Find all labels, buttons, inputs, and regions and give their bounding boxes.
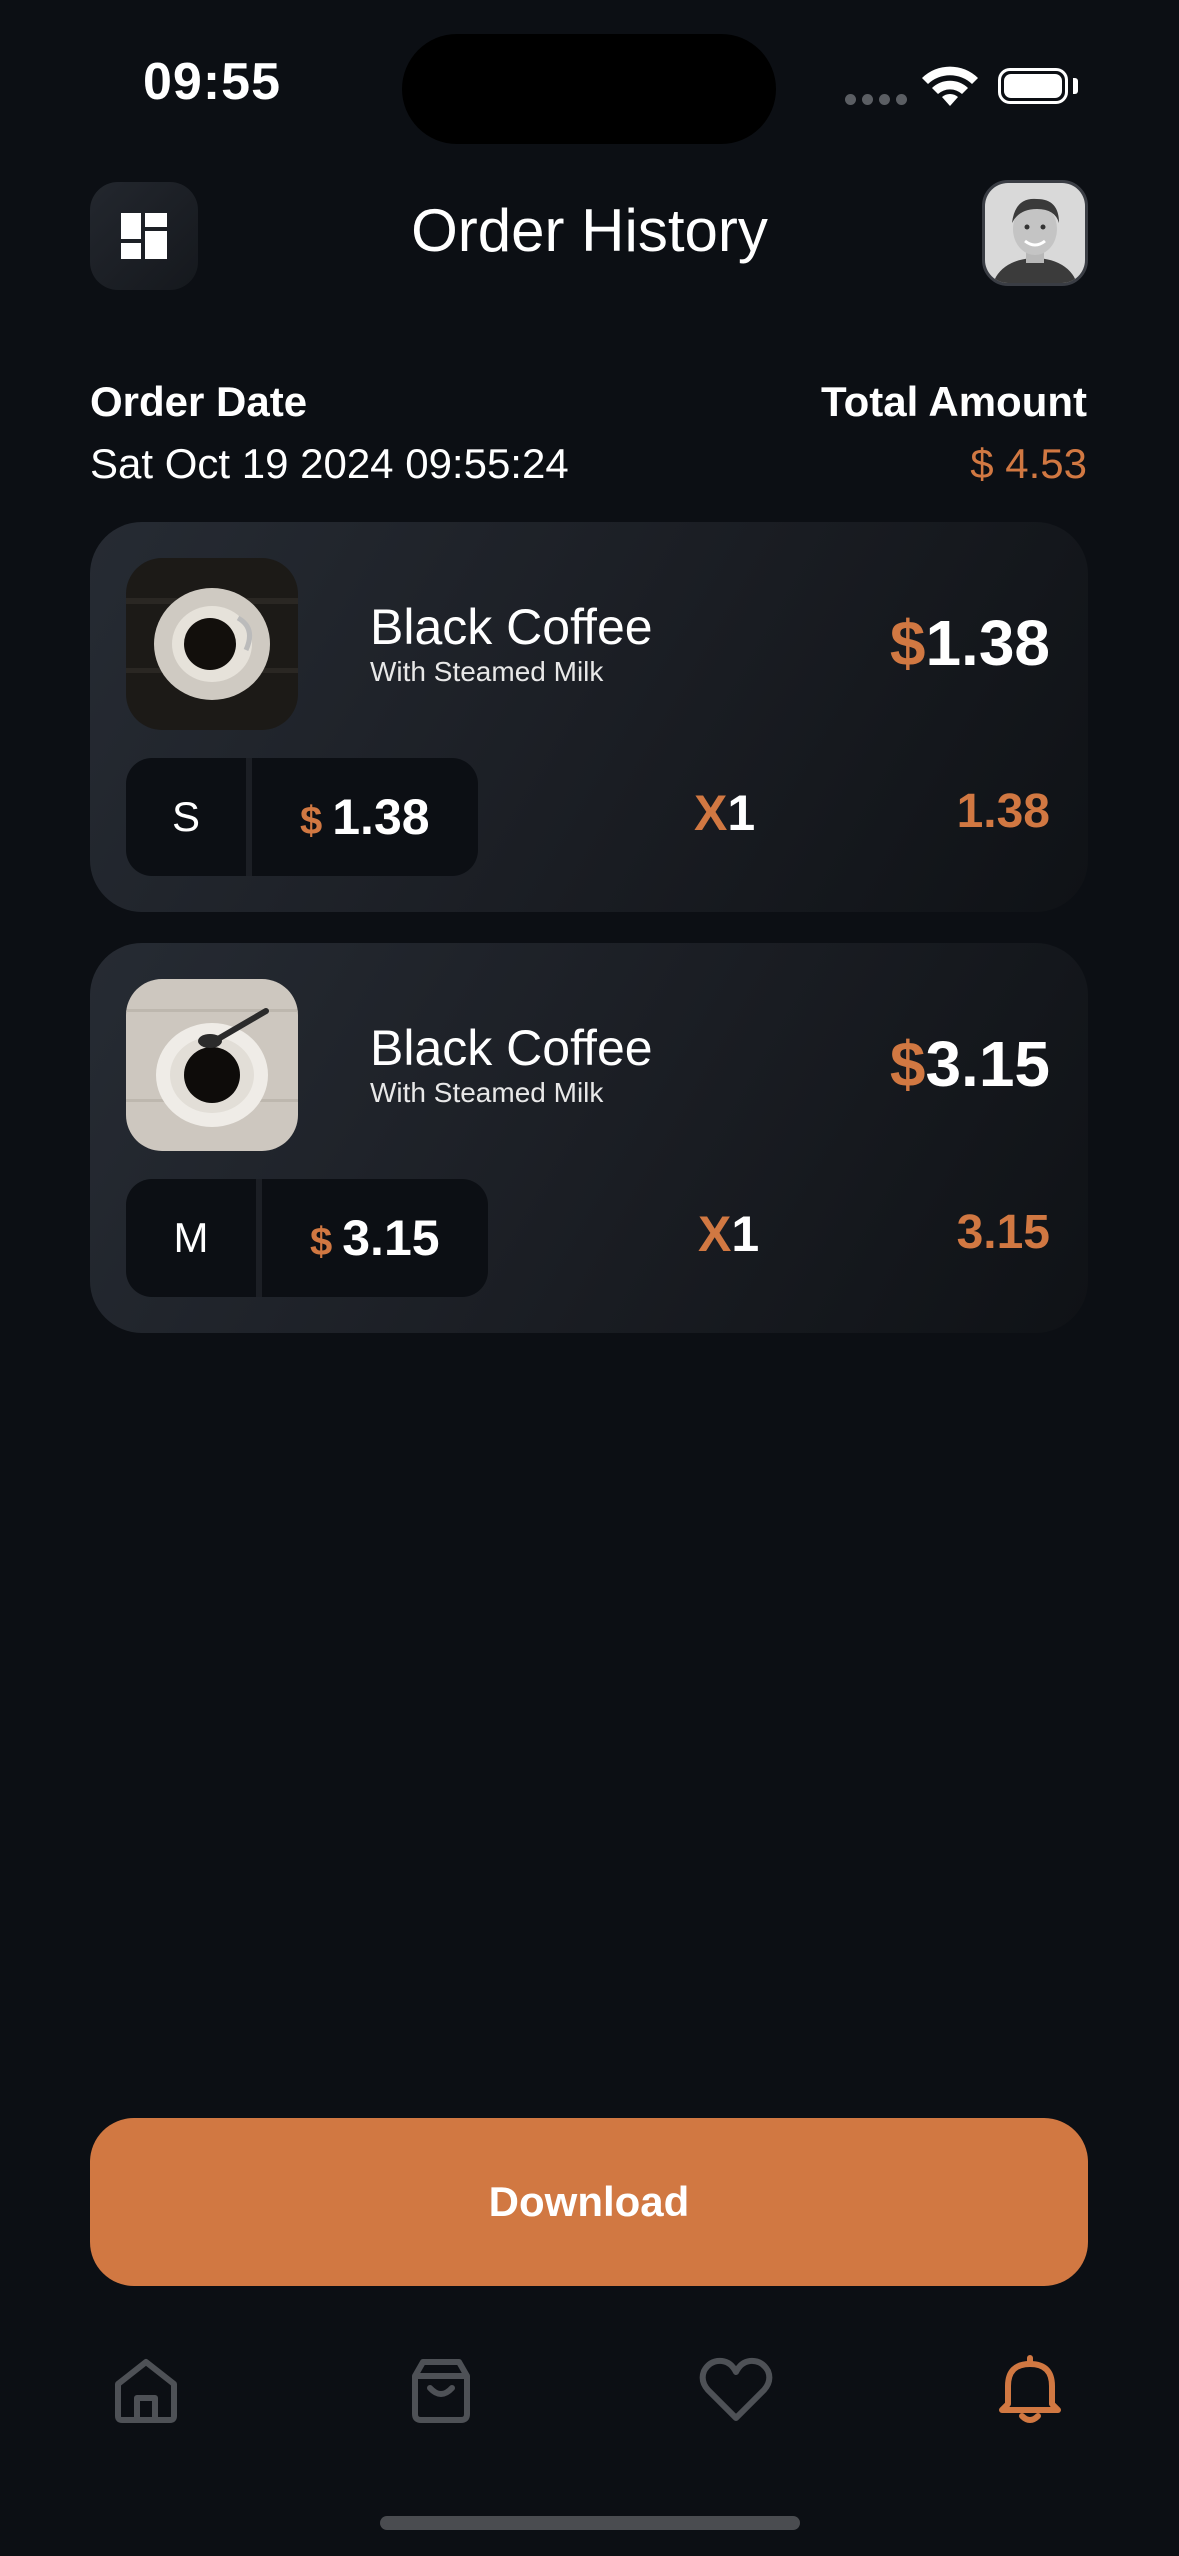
status-time: 09:55 [143,53,281,111]
size-label: M [173,1214,209,1261]
coffee-thumbnail [126,979,298,1151]
bell-icon [999,2355,1061,2423]
total-amount-value: $ 4.53 [970,440,1087,487]
item-subtitle: With Steamed Milk [370,1077,604,1108]
item-subtitle: With Steamed Milk [370,656,604,687]
battery-tip [1073,78,1078,94]
unit-price: $1.38 [300,789,430,845]
item-price: $1.38 [889,607,1050,679]
dynamic-island [402,34,776,144]
coffee-thumbnail [126,558,298,730]
heart-icon [699,2357,773,2421]
total-amount-label: Total Amount [821,378,1087,425]
tab-notifications[interactable] [990,2350,1070,2430]
size-label: S [171,793,200,840]
home-icon [115,2359,177,2423]
unit-price: $3.15 [310,1210,440,1266]
tab-favorites[interactable] [696,2350,776,2430]
item-quantity: X1 [694,785,756,841]
download-button[interactable]: Download [90,2118,1088,2286]
order-item-card[interactable]: Black Coffee With Steamed Milk $1.38 S $… [90,522,1088,912]
line-total: 1.38 [956,785,1050,838]
wifi-icon [920,64,980,113]
item-name: Black Coffee [370,1020,653,1076]
cellular-signal-icon [845,94,907,105]
order-date-value: Sat Oct 19 2024 09:55:24 [90,440,569,487]
tab-home[interactable] [106,2350,186,2430]
home-indicator [380,2516,800,2530]
bag-icon [412,2359,470,2423]
avatar[interactable] [982,180,1088,286]
item-quantity: X1 [698,1206,760,1262]
size-price-box: M $3.15 [126,1179,488,1297]
order-item-card[interactable]: Black Coffee With Steamed Milk $3.15 M $… [90,943,1088,1333]
tab-cart[interactable] [401,2350,481,2430]
item-price: $3.15 [889,1028,1050,1100]
battery-icon [998,68,1068,104]
line-total: 3.15 [956,1206,1050,1259]
order-date-label: Order Date [90,378,308,425]
size-price-box: S $1.38 [126,758,478,876]
item-name: Black Coffee [370,599,653,655]
